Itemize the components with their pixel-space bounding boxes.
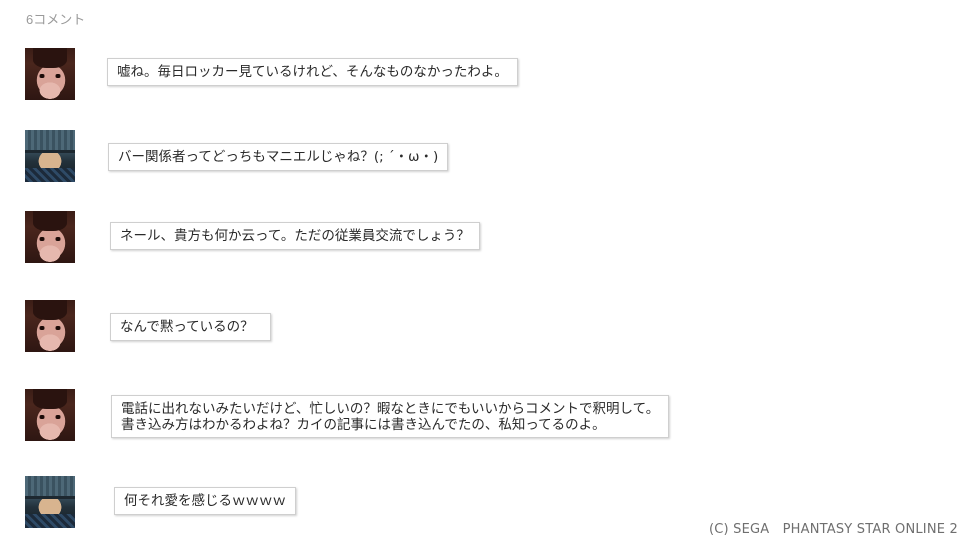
avatar[interactable] bbox=[25, 476, 75, 528]
comment-count: 6コメント bbox=[26, 12, 86, 27]
avatar[interactable] bbox=[25, 130, 75, 182]
comment-text: 何それ愛を感じるｗｗｗｗ bbox=[114, 487, 296, 515]
comment-text: バー関係者ってどっちもマニエルじゃね？(; ´・ω・) bbox=[108, 143, 449, 171]
comment-text: 電話に出れないみたいだけど、忙しいの？暇なときにでもいいからコメントで釈明して。… bbox=[111, 395, 670, 438]
comment-text: ネール、貴方も何か云って。ただの従業員交流でしょう？ bbox=[110, 222, 480, 250]
avatar[interactable] bbox=[25, 211, 75, 263]
comment-text: 嘘ね。毎日ロッカー見ているけれど、そんなものなかったわよ。 bbox=[107, 58, 518, 86]
comment-text-line: 書き込み方はわかるわよね？カイの記事には書き込んでたの、私知ってるのよ。 bbox=[121, 417, 606, 433]
avatar[interactable] bbox=[25, 389, 75, 441]
copyright-watermark: (C) SEGA PHANTASY STAR ONLINE 2 bbox=[709, 522, 958, 537]
avatar[interactable] bbox=[25, 300, 75, 352]
comment-text-line: 電話に出れないみたいだけど、忙しいの？暇なときにでもいいからコメントで釈明して。 bbox=[121, 401, 660, 417]
comment-text: なんで黙っているの？ bbox=[110, 313, 271, 341]
avatar[interactable] bbox=[25, 48, 75, 100]
